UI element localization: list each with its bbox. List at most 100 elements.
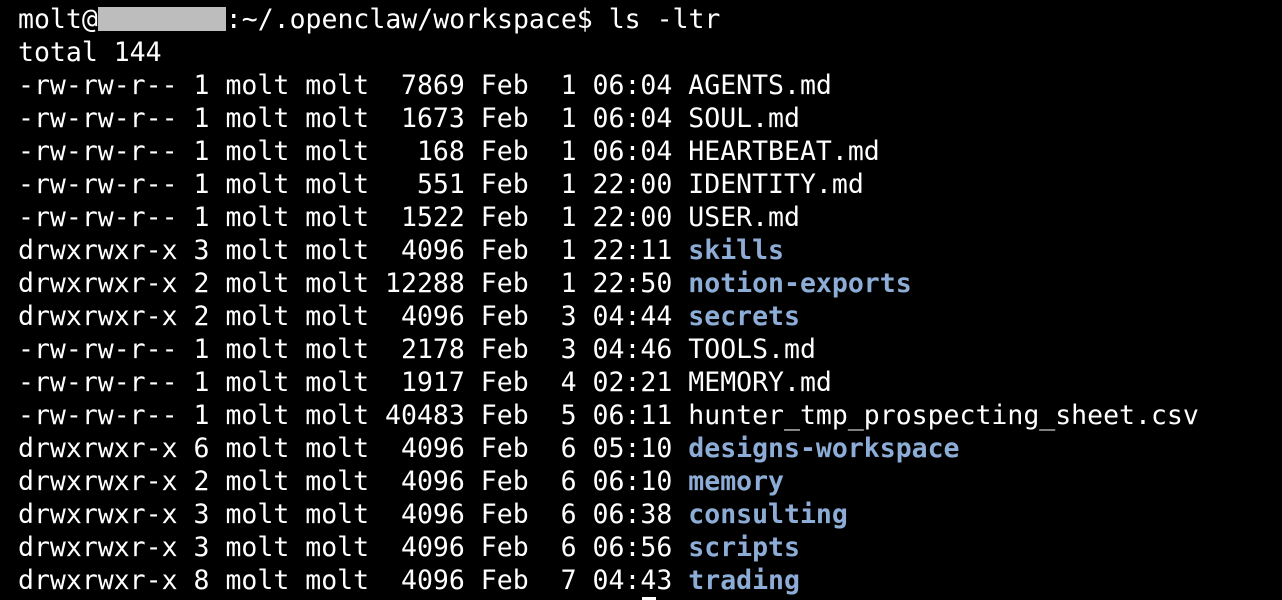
- entry-owner: molt: [225, 400, 290, 431]
- entry-day: 5: [544, 400, 577, 431]
- entry-owner: molt: [225, 202, 290, 233]
- entry-size: 7869: [385, 70, 465, 101]
- entry-month: Feb: [480, 532, 529, 563]
- entry-owner: molt: [225, 499, 290, 530]
- entry-perms: -rw-rw-r--: [18, 169, 178, 200]
- entry-group: molt: [305, 400, 370, 431]
- listing-row: drwxrwxr-x 2 molt molt 12288 Feb 1 22:50…: [0, 267, 1282, 300]
- entry-links: 1: [193, 136, 210, 167]
- entry-size: 4096: [385, 466, 465, 497]
- entry-perms: -rw-rw-r--: [18, 367, 178, 398]
- entry-owner: molt: [225, 532, 290, 563]
- listing-row: -rw-rw-r-- 1 molt molt 1522 Feb 1 22:00 …: [0, 201, 1282, 234]
- entry-owner: molt: [225, 136, 290, 167]
- entry-time: 02:21: [592, 367, 673, 398]
- entry-links: 1: [193, 70, 210, 101]
- entry-owner: molt: [225, 367, 290, 398]
- entry-month: Feb: [480, 235, 529, 266]
- entry-links: 2: [193, 301, 210, 332]
- entry-time: 06:11: [592, 400, 673, 431]
- entry-perms: -rw-rw-r--: [18, 103, 178, 134]
- entry-month: Feb: [480, 70, 529, 101]
- entry-day: 1: [544, 70, 577, 101]
- terminal-window[interactable]: molt@:~/.openclaw/workspace$ ls -ltr tot…: [0, 0, 1282, 600]
- entry-perms: drwxrwxr-x: [18, 235, 178, 266]
- entry-owner: molt: [225, 235, 290, 266]
- listing-row: drwxrwxr-x 6 molt molt 4096 Feb 6 05:10 …: [0, 432, 1282, 465]
- entry-links: 3: [193, 532, 210, 563]
- listing-row: drwxrwxr-x 3 molt molt 4096 Feb 6 06:56 …: [0, 531, 1282, 564]
- entry-perms: drwxrwxr-x: [18, 268, 178, 299]
- entry-group: molt: [305, 466, 370, 497]
- entry-owner: molt: [225, 301, 290, 332]
- entry-time: 22:00: [592, 169, 673, 200]
- entry-perms: -rw-rw-r--: [18, 400, 178, 431]
- entry-links: 2: [193, 268, 210, 299]
- entry-time: 04:44: [592, 301, 673, 332]
- entry-links: 6: [193, 433, 210, 464]
- entry-month: Feb: [480, 433, 529, 464]
- total-line: total 144: [18, 37, 162, 68]
- entry-owner: molt: [225, 268, 290, 299]
- entry-links: 8: [193, 565, 210, 596]
- listing-row: -rw-rw-r-- 1 molt molt 1673 Feb 1 06:04 …: [0, 102, 1282, 135]
- entry-time: 04:43: [592, 565, 673, 596]
- entry-day: 3: [544, 301, 577, 332]
- entry-group: molt: [305, 532, 370, 563]
- entry-month: Feb: [480, 136, 529, 167]
- listing-row: drwxrwxr-x 2 molt molt 4096 Feb 6 06:10 …: [0, 465, 1282, 498]
- listing-row: drwxrwxr-x 3 molt molt 4096 Feb 1 22:11 …: [0, 234, 1282, 267]
- entry-day: 7: [544, 565, 577, 596]
- entry-size: 551: [385, 169, 465, 200]
- entry-file-name: USER.md: [688, 202, 800, 233]
- entry-size: 1522: [385, 202, 465, 233]
- entry-perms: drwxrwxr-x: [18, 466, 178, 497]
- entry-links: 1: [193, 367, 210, 398]
- entry-dir-name: scripts: [688, 532, 800, 563]
- entry-links: 1: [193, 103, 210, 134]
- entry-links: 1: [193, 169, 210, 200]
- entry-size: 4096: [385, 433, 465, 464]
- entry-group: molt: [305, 301, 370, 332]
- entry-file-name: MEMORY.md: [688, 367, 832, 398]
- entry-size: 2178: [385, 334, 465, 365]
- entry-group: molt: [305, 334, 370, 365]
- entry-day: 4: [544, 367, 577, 398]
- entry-perms: drwxrwxr-x: [18, 532, 178, 563]
- entry-day: 1: [544, 268, 577, 299]
- redacted-hostname: [97, 7, 226, 31]
- listing-row: -rw-rw-r-- 1 molt molt 7869 Feb 1 06:04 …: [0, 69, 1282, 102]
- entry-owner: molt: [225, 433, 290, 464]
- entry-dir-name: secrets: [688, 301, 800, 332]
- entry-file-name: SOUL.md: [688, 103, 800, 134]
- entry-time: 06:38: [592, 499, 673, 530]
- entry-month: Feb: [480, 367, 529, 398]
- listing-row: -rw-rw-r-- 1 molt molt 1917 Feb 4 02:21 …: [0, 366, 1282, 399]
- listing-row: -rw-rw-r-- 1 molt molt 2178 Feb 3 04:46 …: [0, 333, 1282, 366]
- entry-time: 05:10: [592, 433, 673, 464]
- entry-time: 06:10: [592, 466, 673, 497]
- entry-month: Feb: [480, 169, 529, 200]
- entry-dir-name: memory: [688, 466, 785, 497]
- entry-day: 6: [544, 532, 577, 563]
- entry-file-name: hunter_tmp_prospecting_sheet.csv: [688, 400, 1199, 431]
- entry-size: 4096: [385, 499, 465, 530]
- entry-day: 3: [544, 334, 577, 365]
- entry-perms: drwxrwxr-x: [18, 301, 178, 332]
- listing-row: drwxrwxr-x 2 molt molt 4096 Feb 3 04:44 …: [0, 300, 1282, 333]
- entry-links: 1: [193, 202, 210, 233]
- entry-time: 06:04: [592, 70, 673, 101]
- entry-perms: drwxrwxr-x: [18, 433, 178, 464]
- entry-perms: drwxrwxr-x: [18, 499, 178, 530]
- prompt-command: ls -ltr: [608, 4, 721, 35]
- entry-group: molt: [305, 202, 370, 233]
- entry-file-name: HEARTBEAT.md: [688, 136, 880, 167]
- entry-group: molt: [305, 169, 370, 200]
- entry-perms: drwxrwxr-x: [18, 565, 178, 596]
- entry-size: 4096: [385, 532, 465, 563]
- entry-group: molt: [305, 268, 370, 299]
- prompt-path: :~/.openclaw/workspace$: [225, 4, 593, 35]
- entry-month: Feb: [480, 334, 529, 365]
- entry-time: 22:50: [592, 268, 673, 299]
- entry-month: Feb: [480, 268, 529, 299]
